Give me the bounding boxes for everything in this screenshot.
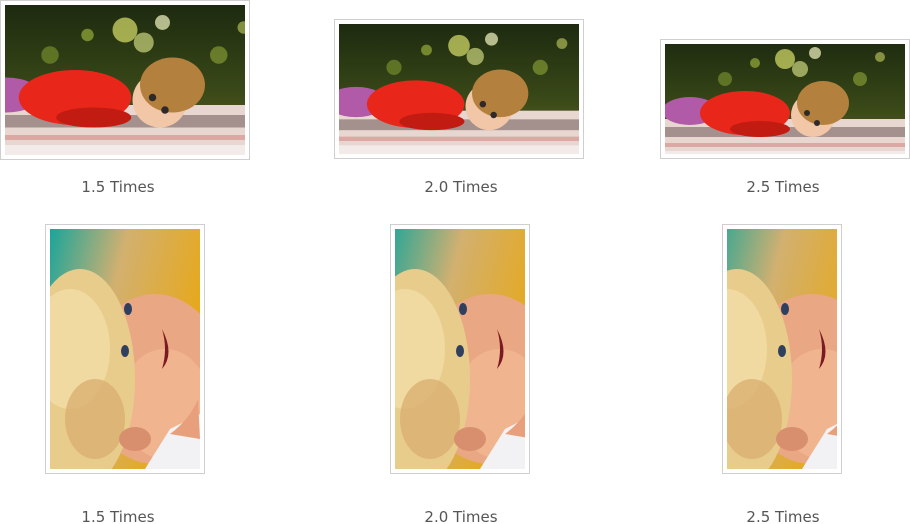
- child-lying-on-table-photo: [665, 44, 905, 154]
- portrait-thumbnail-3[interactable]: [722, 224, 842, 474]
- landscape-thumbnail-1[interactable]: [0, 0, 250, 160]
- thumbnail-caption: 1.5 Times: [81, 178, 155, 196]
- child-lying-on-table-photo: [339, 24, 579, 154]
- thumbnail-caption: 2.0 Times: [424, 508, 498, 524]
- thumbnail-caption: 2.5 Times: [746, 508, 820, 524]
- smiling-blond-child-closeup-photo: [727, 229, 837, 469]
- smiling-blond-child-closeup-photo: [395, 229, 525, 469]
- landscape-thumbnail-2[interactable]: [334, 19, 584, 159]
- smiling-blond-child-closeup-photo: [50, 229, 200, 469]
- thumbnail-caption: 2.5 Times: [746, 178, 820, 196]
- image-grid: 1.5 Times 2.0 Times 2.5 Times 1.5 Times …: [0, 0, 910, 524]
- landscape-thumbnail-3[interactable]: [660, 39, 910, 159]
- portrait-thumbnail-2[interactable]: [390, 224, 530, 474]
- thumbnail-caption: 1.5 Times: [81, 508, 155, 524]
- portrait-thumbnail-1[interactable]: [45, 224, 205, 474]
- child-lying-on-table-photo: [5, 5, 245, 155]
- thumbnail-caption: 2.0 Times: [424, 178, 498, 196]
